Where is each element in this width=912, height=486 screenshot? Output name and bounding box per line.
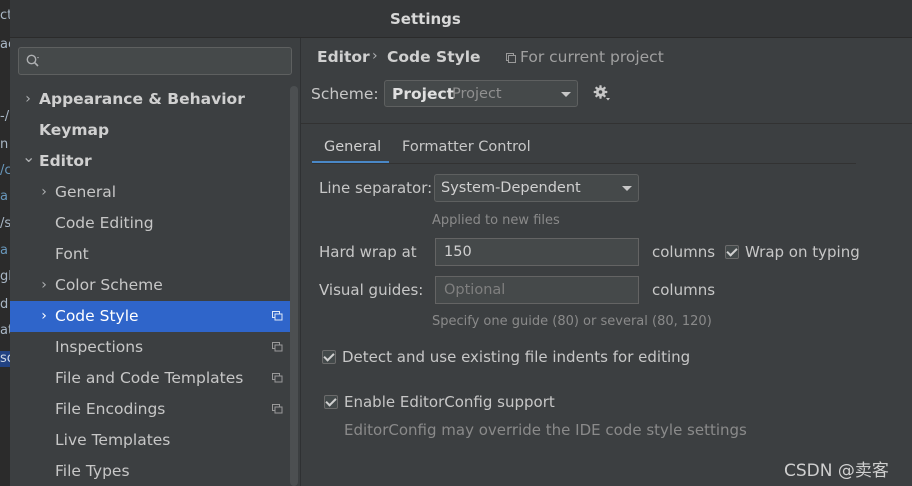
background-code-fragment: a (0, 189, 8, 204)
background-code-fragment: -/ (0, 109, 10, 124)
tab-formatter-control[interactable]: Formatter Control (402, 139, 531, 155)
project-scope-icon (506, 53, 516, 63)
background-code-fragment: a (0, 243, 8, 258)
search-input[interactable] (45, 50, 285, 72)
sidebar-item-label: File Encodings (55, 400, 166, 418)
background-code-fragment: /s (0, 216, 10, 231)
sidebar-item-color-scheme[interactable]: › Color Scheme (10, 270, 290, 301)
breadcrumb-separator: › (372, 48, 378, 64)
chevron-right-icon[interactable]: › (38, 177, 50, 208)
chevron-down-icon[interactable]: ⌄ (22, 141, 35, 172)
sidebar-item-label: Inspections (55, 338, 144, 356)
gear-icon[interactable] (593, 84, 611, 102)
chevron-right-icon[interactable]: › (38, 270, 50, 301)
scheme-name: Project (392, 85, 455, 103)
line-separator-hint: Applied to new files (432, 213, 560, 228)
sidebar-item-code-style[interactable]: › Code Style (10, 301, 290, 332)
background-code-fragment: gl (0, 269, 10, 284)
tab-general[interactable]: General (312, 133, 389, 164)
sidebar-item-live-templates[interactable]: Live Templates (10, 425, 290, 456)
scheme-kind: Project (452, 86, 502, 102)
settings-search-box[interactable] (18, 47, 292, 75)
detect-indents-label: Detect and use existing file indents for… (342, 348, 691, 366)
wrap-on-typing-label: Wrap on typing (745, 243, 860, 261)
sidebar-item-general[interactable]: › General (10, 177, 290, 208)
visual-guides-label: Visual guides: (319, 281, 424, 299)
window-title: Settings (390, 10, 461, 28)
chevron-right-icon[interactable]: › (22, 84, 34, 115)
background-code-fragment: n (0, 137, 9, 152)
sidebar-item-font[interactable]: Font (10, 239, 290, 270)
project-scope-icon (272, 342, 283, 352)
chevron-down-icon (622, 186, 632, 191)
breadcrumb-code-style: Code Style (387, 48, 481, 66)
sidebar-item-keymap[interactable]: Keymap (10, 115, 290, 146)
hard-wrap-unit: columns (652, 243, 716, 261)
editorconfig-label: Enable EditorConfig support (344, 393, 555, 411)
editorconfig-hint: EditorConfig may override the IDE code s… (344, 421, 747, 439)
breadcrumb-scope-label: For current project (520, 48, 664, 66)
scheme-label: Scheme: (311, 85, 379, 103)
sidebar-item-file-encodings[interactable]: File Encodings (10, 394, 290, 425)
sidebar-item-file-types[interactable]: File Types (10, 456, 290, 486)
line-separator-label: Line separator: (319, 179, 433, 197)
hard-wrap-input[interactable] (435, 238, 639, 266)
sidebar-item-code-editing[interactable]: Code Editing (10, 208, 290, 239)
project-scope-icon (272, 373, 283, 383)
watermark: CSDN @卖客 (784, 461, 889, 481)
visual-guides-input[interactable] (435, 276, 639, 304)
sidebar-item-file-and-code-templates[interactable]: File and Code Templates (10, 363, 290, 394)
tab-general-label: General (324, 139, 382, 155)
sidebar-item-label: Code Editing (55, 214, 154, 232)
visual-guides-hint: Specify one guide (80) or several (80, 1… (432, 314, 712, 329)
detect-indents-checkbox[interactable] (322, 350, 336, 364)
background-code-fragment: ct (0, 8, 10, 23)
search-icon (26, 54, 39, 67)
sidebar-item-label: Code Style (55, 307, 139, 325)
chevron-right-icon[interactable]: › (38, 301, 50, 332)
project-scope-icon (272, 311, 283, 321)
sidebar-item-label: Editor (39, 152, 92, 170)
background-code-fragment: d (0, 297, 9, 312)
sidebar-item-label: File and Code Templates (55, 369, 244, 387)
title-bar: Settings (10, 0, 912, 38)
background-code-fragment: at (0, 323, 10, 338)
sidebar-scrollbar[interactable] (290, 86, 298, 486)
chevron-down-icon (561, 92, 571, 97)
sidebar-item-label: Keymap (39, 121, 110, 139)
background-editor-strip: ct ac -/ n/c a/s a gl d at so (0, 0, 10, 486)
breadcrumb-editor[interactable]: Editor (317, 48, 370, 66)
sidebar-item-label: General (55, 183, 117, 201)
visual-guides-unit: columns (652, 281, 716, 299)
sidebar-item-inspections[interactable]: Inspections (10, 332, 290, 363)
project-scope-icon (272, 404, 283, 414)
hard-wrap-label: Hard wrap at (319, 243, 417, 261)
background-code-fragment: /c (0, 163, 10, 178)
sidebar-item-appearance-behavior[interactable]: › Appearance & Behavior (10, 84, 290, 115)
wrap-on-typing-checkbox[interactable] (725, 245, 739, 259)
background-code-fragment: so (0, 351, 10, 367)
scheme-dropdown[interactable]: Project Project (384, 80, 578, 107)
sidebar-item-label: Appearance & Behavior (39, 90, 245, 108)
sidebar-item-label: Color Scheme (55, 276, 163, 294)
tab-bar-line (312, 163, 856, 164)
sidebar-item-label: Live Templates (55, 431, 171, 449)
background-code-fragment: ac (0, 37, 10, 52)
line-separator-value: System-Dependent (441, 180, 581, 196)
sidebar-item-label: Font (55, 245, 89, 263)
line-separator-dropdown[interactable]: System-Dependent (434, 174, 639, 202)
header-divider (301, 123, 912, 124)
sidebar-item-editor[interactable]: ⌄ Editor (10, 146, 290, 177)
sidebar-item-label: File Types (55, 462, 130, 480)
editorconfig-checkbox[interactable] (324, 395, 338, 409)
